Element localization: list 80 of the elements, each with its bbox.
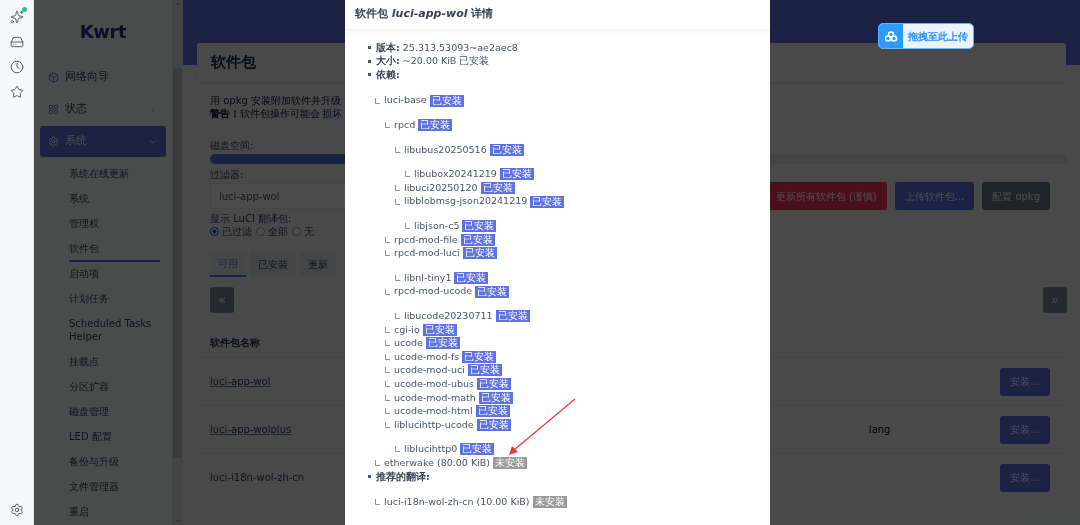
status-badge: 已安装	[467, 364, 502, 377]
tree-branch-icon	[375, 460, 380, 467]
bullet-icon	[368, 475, 371, 479]
tree-branch-icon	[385, 122, 390, 129]
package-name: liblucihttp-ucode	[394, 417, 474, 432]
info-label: 版本:	[376, 40, 400, 55]
info-value: ~20.00 KiB 已安装	[402, 54, 490, 69]
status-badge: 已安装	[418, 119, 453, 132]
status-badge: 已安装	[476, 378, 511, 391]
info-label: 依赖:	[376, 67, 400, 82]
status-badge: 已安装	[454, 271, 489, 284]
package-name: liblucihttp0	[404, 442, 458, 457]
status-badge: 已安装	[495, 310, 530, 323]
status-badge: 已安装	[462, 350, 497, 363]
status-badge: 已安装	[480, 181, 515, 194]
status-badge: 已安装	[530, 195, 565, 208]
status-badge: 已安装	[476, 418, 511, 431]
package-description: lang	[868, 423, 891, 437]
package-name: ucode-mod-uci	[394, 363, 465, 378]
settings-icon[interactable]	[9, 503, 24, 517]
package-link[interactable]: luci-app-wolplus	[210, 422, 292, 437]
bullet-icon	[368, 73, 371, 77]
bullet-icon	[368, 46, 371, 50]
status-badge: 已安装	[475, 405, 510, 418]
drive-icon[interactable]	[9, 35, 24, 49]
status-badge: 已安装	[478, 391, 513, 404]
package-name: libuci20250120	[404, 180, 478, 195]
package-name: luci-base	[384, 93, 427, 108]
package-name: libblobmsg-json20241219	[404, 194, 528, 209]
package-name: ucode-mod-math	[394, 390, 476, 405]
status-badge: 已安装	[460, 233, 495, 246]
info-value: 25.313.53093~ae2aec8	[402, 40, 518, 55]
bullet-icon	[368, 59, 371, 63]
package-name: rpcd-mod-luci	[394, 246, 460, 261]
package-name: libubus20250516	[404, 142, 487, 157]
upload-drop-button[interactable]: 拖拽至此上传	[878, 23, 974, 49]
sparkle-icon[interactable]	[9, 10, 24, 24]
status-badge: 已安装	[475, 285, 510, 298]
package-link[interactable]: luci-app-wol	[210, 374, 271, 389]
intro-text: 用 opkg 安装附加软件并升级	[210, 94, 341, 107]
package-link[interactable]: luci-i18n-wol-zh-cn	[210, 470, 305, 485]
status-badge: 已安装	[489, 143, 524, 156]
status-badge: 已安装	[429, 94, 464, 107]
package-name: libnl-tiny1	[404, 270, 452, 285]
status-badge: 已安装	[460, 443, 495, 456]
package-name: libjson-c5	[414, 219, 460, 233]
page-title: 软件包	[211, 52, 256, 74]
package-name: ucode-mod-ubus	[394, 376, 474, 391]
package-name: cgi-io	[394, 322, 420, 337]
info-label: 推荐的翻译:	[376, 469, 430, 484]
package-name: libubox20241219	[414, 167, 497, 182]
status-badge: 已安装	[499, 168, 534, 181]
status-badge: 未安装	[493, 457, 527, 470]
status-badge: 已安装	[462, 220, 497, 233]
package-name: ucode-mod-html	[394, 404, 473, 419]
package-name: rpcd	[394, 118, 416, 133]
package-name: luci-i18n-wol-zh-cn (10.00 KiB)	[384, 494, 530, 509]
package-name: rpcd-mod-file	[394, 232, 458, 247]
tree-branch-icon	[405, 223, 410, 230]
info-label: 大小:	[376, 54, 400, 69]
tree-branch-icon	[375, 97, 380, 104]
column-header: 软件包名称	[210, 336, 260, 349]
tree-branch-icon	[375, 498, 380, 505]
package-name: ucode	[394, 336, 423, 351]
package-name: etherwake (80.00 KiB)	[384, 455, 490, 470]
tree-branch-icon	[395, 146, 400, 153]
star-icon[interactable]	[9, 85, 24, 99]
status-badge: 已安装	[425, 337, 460, 350]
status-badge: 已安装	[462, 247, 497, 260]
logo: Kwrt	[79, 19, 127, 44]
package-name: rpcd-mod-ucode	[394, 284, 473, 299]
warning-link[interactable]: 损坏	[322, 107, 342, 120]
status-badge: 已安装	[422, 323, 457, 336]
package-name: libucode20230711	[404, 309, 493, 323]
clock-icon[interactable]	[9, 60, 24, 74]
tree-branch-icon	[395, 446, 400, 453]
package-name: ucode-mod-fs	[394, 349, 460, 364]
dialog-title: 软件包 luci-app-wol 详情	[355, 6, 494, 23]
status-badge: 未安装	[532, 495, 567, 508]
cloud-icon	[879, 24, 903, 48]
